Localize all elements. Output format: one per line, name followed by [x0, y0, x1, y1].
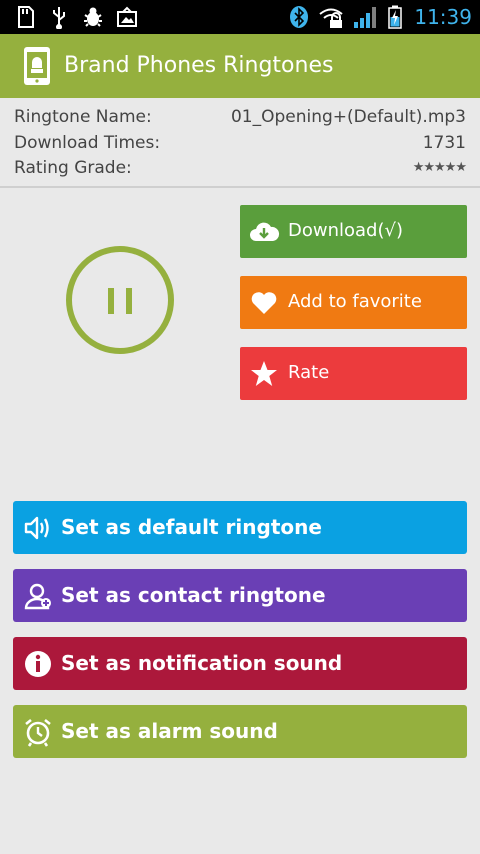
- rating-stars: ★★★★★: [412, 160, 467, 175]
- usb-icon: [53, 7, 65, 29]
- cloud-download-icon: [250, 222, 280, 241]
- app-title: Brand Phones Ringtones: [64, 53, 334, 78]
- default-ringtone-label: Set as default ringtone: [61, 515, 322, 539]
- download-label: Download(√): [288, 220, 403, 241]
- set-contact-ringtone-button[interactable]: Set as contact ringtone: [13, 569, 467, 622]
- wifi-icon: [319, 8, 343, 28]
- add-to-favorite-button[interactable]: Add to favorite: [240, 276, 467, 329]
- battery-icon: [388, 5, 403, 29]
- set-notification-sound-button[interactable]: Set as notification sound: [13, 637, 467, 690]
- ringtone-name-label: Ringtone Name:: [14, 107, 152, 127]
- ringtone-name-row: Ringtone Name: 01_Opening+(Default).mp3: [14, 105, 466, 131]
- favorite-label: Add to favorite: [288, 291, 422, 312]
- alarm-clock-icon: [25, 718, 51, 747]
- download-times-label: Download Times:: [14, 133, 161, 153]
- photo-icon: [117, 6, 137, 27]
- contact-icon: [24, 583, 51, 610]
- info-divider: [0, 186, 480, 188]
- info-icon: [25, 651, 51, 677]
- pause-icon: [108, 288, 114, 314]
- star-icon: [251, 361, 277, 386]
- status-left-icons: [14, 5, 138, 29]
- rate-button[interactable]: Rate: [240, 347, 467, 400]
- download-button[interactable]: Download(√): [240, 205, 467, 258]
- heart-icon: [251, 292, 277, 314]
- signal-icon: [354, 7, 377, 28]
- bluetooth-icon: [290, 6, 309, 28]
- rating-grade-label: Rating Grade:: [14, 158, 132, 178]
- pause-button[interactable]: [66, 246, 174, 354]
- sd-card-icon: [18, 6, 34, 28]
- rating-grade-row: Rating Grade: ★★★★★: [14, 156, 467, 182]
- set-default-ringtone-button[interactable]: Set as default ringtone: [13, 501, 467, 554]
- debug-icon: [84, 7, 102, 27]
- action-bar: Brand Phones Ringtones: [0, 34, 480, 98]
- download-times-row: Download Times: 1731: [14, 131, 466, 157]
- pause-icon-bar: [126, 288, 132, 314]
- status-right-icons: 11:39: [288, 4, 472, 30]
- ringtone-name-value: 01_Opening+(Default).mp3: [230, 107, 466, 127]
- notification-sound-label: Set as notification sound: [61, 651, 343, 675]
- status-time: 11:39: [414, 5, 472, 29]
- download-times-value: 1731: [422, 133, 466, 153]
- android-phone-icon: [24, 47, 50, 85]
- rate-label: Rate: [288, 362, 330, 383]
- contact-ringtone-label: Set as contact ringtone: [61, 583, 326, 607]
- set-alarm-sound-button[interactable]: Set as alarm sound: [13, 705, 467, 758]
- speaker-icon: [24, 516, 49, 540]
- status-bar: 11:39: [0, 0, 480, 34]
- alarm-sound-label: Set as alarm sound: [61, 719, 278, 743]
